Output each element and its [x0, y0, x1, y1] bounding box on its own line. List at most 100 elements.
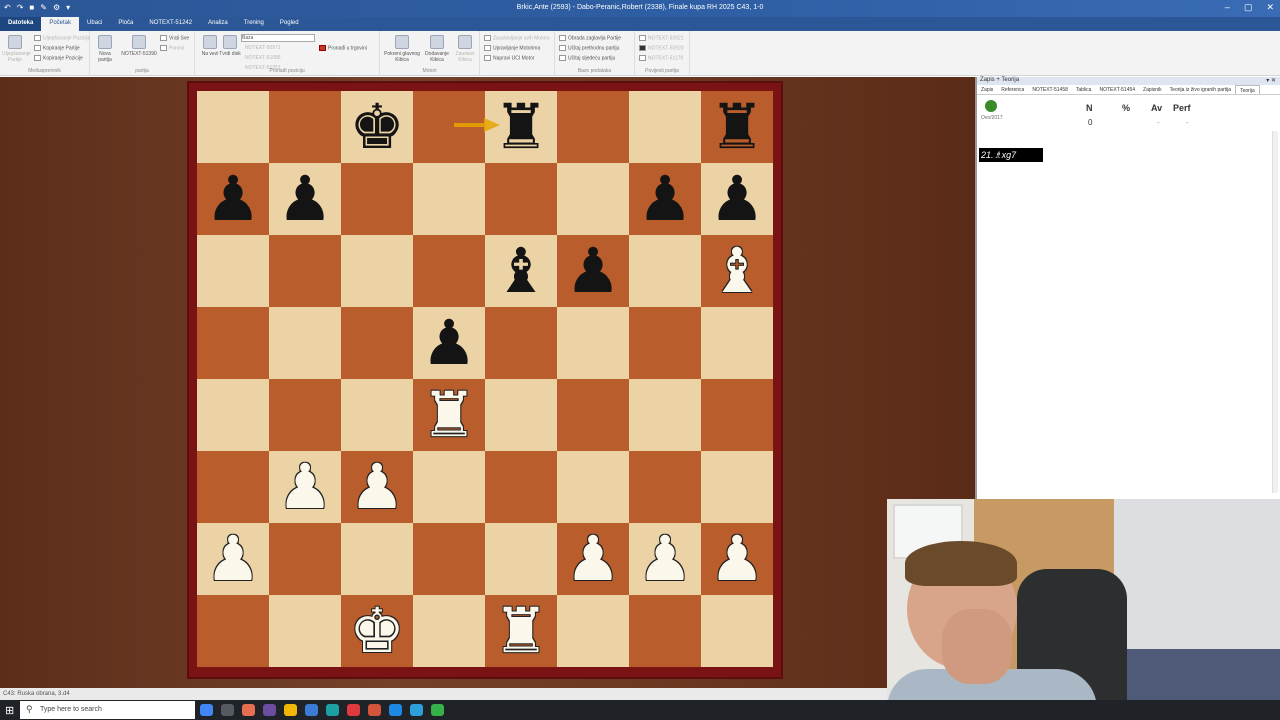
taskbar-app-icon[interactable] — [221, 704, 234, 716]
square-g5[interactable] — [629, 307, 701, 379]
square-c4[interactable] — [341, 379, 413, 451]
tab-notext-51454[interactable]: NOTEXT-51454 — [1095, 85, 1139, 94]
square-b4[interactable] — [269, 379, 341, 451]
square-e7[interactable] — [485, 163, 557, 235]
white-pawn-icon[interactable]: ♟ — [557, 523, 629, 595]
tab-notext-51458[interactable]: NOTEXT-51458 — [1028, 85, 1072, 94]
find-in-shop-button[interactable]: Pronađi u trgovini — [319, 45, 367, 51]
tab-referenca[interactable]: Referenca — [997, 85, 1028, 94]
square-g8[interactable] — [629, 91, 701, 163]
square-b1[interactable] — [269, 595, 341, 667]
notext-50921-button[interactable]: NOTEXT-50921 — [639, 35, 684, 41]
square-c6[interactable] — [341, 235, 413, 307]
square-d6[interactable] — [413, 235, 485, 307]
taskbar-app-icon[interactable] — [305, 704, 318, 716]
copy-position-button[interactable]: Kopiranje Pozicije — [34, 55, 83, 61]
taskbar-search-input[interactable]: ⚲ Type here to search — [20, 701, 195, 719]
square-d2[interactable] — [413, 523, 485, 595]
maximize-button[interactable]: ▢ — [1244, 2, 1253, 13]
square-c7[interactable] — [341, 163, 413, 235]
square-g1[interactable] — [629, 595, 701, 667]
black-pawn-icon[interactable]: ♟ — [413, 307, 485, 379]
tree-icon[interactable] — [985, 100, 997, 112]
manage-engines-button[interactable]: Upravljanje Motorima — [484, 45, 540, 51]
square-f7[interactable] — [557, 163, 629, 235]
notext-51085-button[interactable]: NOTEXT-51085 — [245, 55, 281, 61]
tab-pocetak[interactable]: Početak — [41, 17, 80, 31]
black-pawn-icon[interactable]: ♟ — [629, 163, 701, 235]
white-pawn-icon[interactable]: ♟ — [701, 523, 773, 595]
close-button[interactable]: ✕ — [1266, 2, 1274, 13]
tab-datoteka[interactable]: Datoteka — [0, 17, 42, 31]
tab-live-theory[interactable]: Teorija iz živo igranih partija — [1166, 85, 1235, 94]
square-a1[interactable] — [197, 595, 269, 667]
white-pawn-icon[interactable]: ♟ — [629, 523, 701, 595]
square-f1[interactable] — [557, 595, 629, 667]
taskbar-app-icon[interactable] — [347, 704, 360, 716]
square-c2[interactable] — [341, 523, 413, 595]
taskbar-app-icon[interactable] — [410, 704, 423, 716]
square-e4[interactable] — [485, 379, 557, 451]
black-pawn-icon[interactable]: ♟ — [701, 163, 773, 235]
square-g4[interactable] — [629, 379, 701, 451]
taskbar-app-icon[interactable] — [200, 704, 213, 716]
square-a4[interactable] — [197, 379, 269, 451]
tab-zapisnik[interactable]: Zapisnik — [1139, 85, 1166, 94]
black-bishop-icon[interactable]: ♝ — [485, 235, 557, 307]
square-b6[interactable] — [269, 235, 341, 307]
square-b8[interactable] — [269, 91, 341, 163]
square-a6[interactable] — [197, 235, 269, 307]
black-pawn-icon[interactable]: ♟ — [557, 235, 629, 307]
square-g6[interactable] — [629, 235, 701, 307]
square-f3[interactable] — [557, 451, 629, 523]
notext-51179-button[interactable]: NOTEXT-51179 — [639, 55, 683, 61]
black-pawn-icon[interactable]: ♟ — [197, 163, 269, 235]
create-uci-engine-button[interactable]: Napravi UCI Motor — [484, 55, 534, 61]
black-king-icon[interactable]: ♚ — [341, 91, 413, 163]
tab-teorija[interactable]: Teorija — [1235, 85, 1260, 94]
tab-zapis[interactable]: Zapis — [977, 85, 997, 94]
white-king-icon[interactable]: ♚ — [341, 595, 413, 667]
square-g3[interactable] — [629, 451, 701, 523]
square-h3[interactable] — [701, 451, 773, 523]
database-select[interactable]: Baza — [241, 34, 315, 42]
panel-scrollbar[interactable] — [1272, 131, 1278, 493]
chess-board[interactable]: ♚ ♜ ♜ ♟ ♟ ♟ ♟ ♝ ♟ ♝ ♟ ♜ ♟ ♟ ♟ ♟ ♟ ♟ ♚ ♜ — [197, 91, 773, 667]
square-f4[interactable] — [557, 379, 629, 451]
black-rook-icon[interactable]: ♜ — [701, 91, 773, 163]
load-next-game-button[interactable]: Učitaj sljedeću partiju — [559, 55, 615, 61]
redo-button[interactable]: Ponovi — [160, 45, 184, 51]
white-pawn-icon[interactable]: ♟ — [269, 451, 341, 523]
taskbar-app-icon[interactable] — [389, 704, 402, 716]
notext-51390-button[interactable]: NOTEXT-51390 — [120, 35, 158, 57]
white-rook-icon[interactable]: ♜ — [413, 379, 485, 451]
white-bishop-icon[interactable]: ♝ — [701, 235, 773, 307]
square-h1[interactable] — [701, 595, 773, 667]
square-a8[interactable] — [197, 91, 269, 163]
undo-all-button[interactable]: Vrati Sve — [160, 35, 189, 41]
square-a5[interactable] — [197, 307, 269, 379]
square-b2[interactable] — [269, 523, 341, 595]
square-h5[interactable] — [701, 307, 773, 379]
notext-50920-button[interactable]: NOTEXT-50920 — [639, 45, 684, 51]
tab-trening[interactable]: Trening — [236, 17, 272, 31]
square-b5[interactable] — [269, 307, 341, 379]
edit-game-header-button[interactable]: Obrada zaglavlja Partije — [559, 35, 621, 41]
square-a3[interactable] — [197, 451, 269, 523]
square-d1[interactable] — [413, 595, 485, 667]
tab-tablica[interactable]: Tablica — [1072, 85, 1096, 94]
add-kibitzer-button[interactable]: Dodavanje Kibica — [422, 35, 452, 63]
tab-notext[interactable]: NOTEXT-51242 — [141, 17, 200, 31]
taskbar-app-icon[interactable] — [263, 704, 276, 716]
windows-start-icon[interactable]: ⊞ — [5, 704, 14, 717]
harddisk-button[interactable]: Tvrdi disk — [217, 35, 243, 57]
copy-game-button[interactable]: Kopiranje Partije — [34, 45, 80, 51]
beautify-position-button[interactable]: Uljepšavanje Pozicije — [34, 35, 90, 41]
start-main-kibitzer-button[interactable]: Pokreni glavnog Kibica — [384, 35, 420, 63]
square-f8[interactable] — [557, 91, 629, 163]
tab-pogled[interactable]: Pogled — [272, 17, 307, 31]
tab-ploca[interactable]: Ploča — [110, 17, 141, 31]
square-f5[interactable] — [557, 307, 629, 379]
tab-ubaci[interactable]: Ubaci — [79, 17, 110, 31]
square-d3[interactable] — [413, 451, 485, 523]
